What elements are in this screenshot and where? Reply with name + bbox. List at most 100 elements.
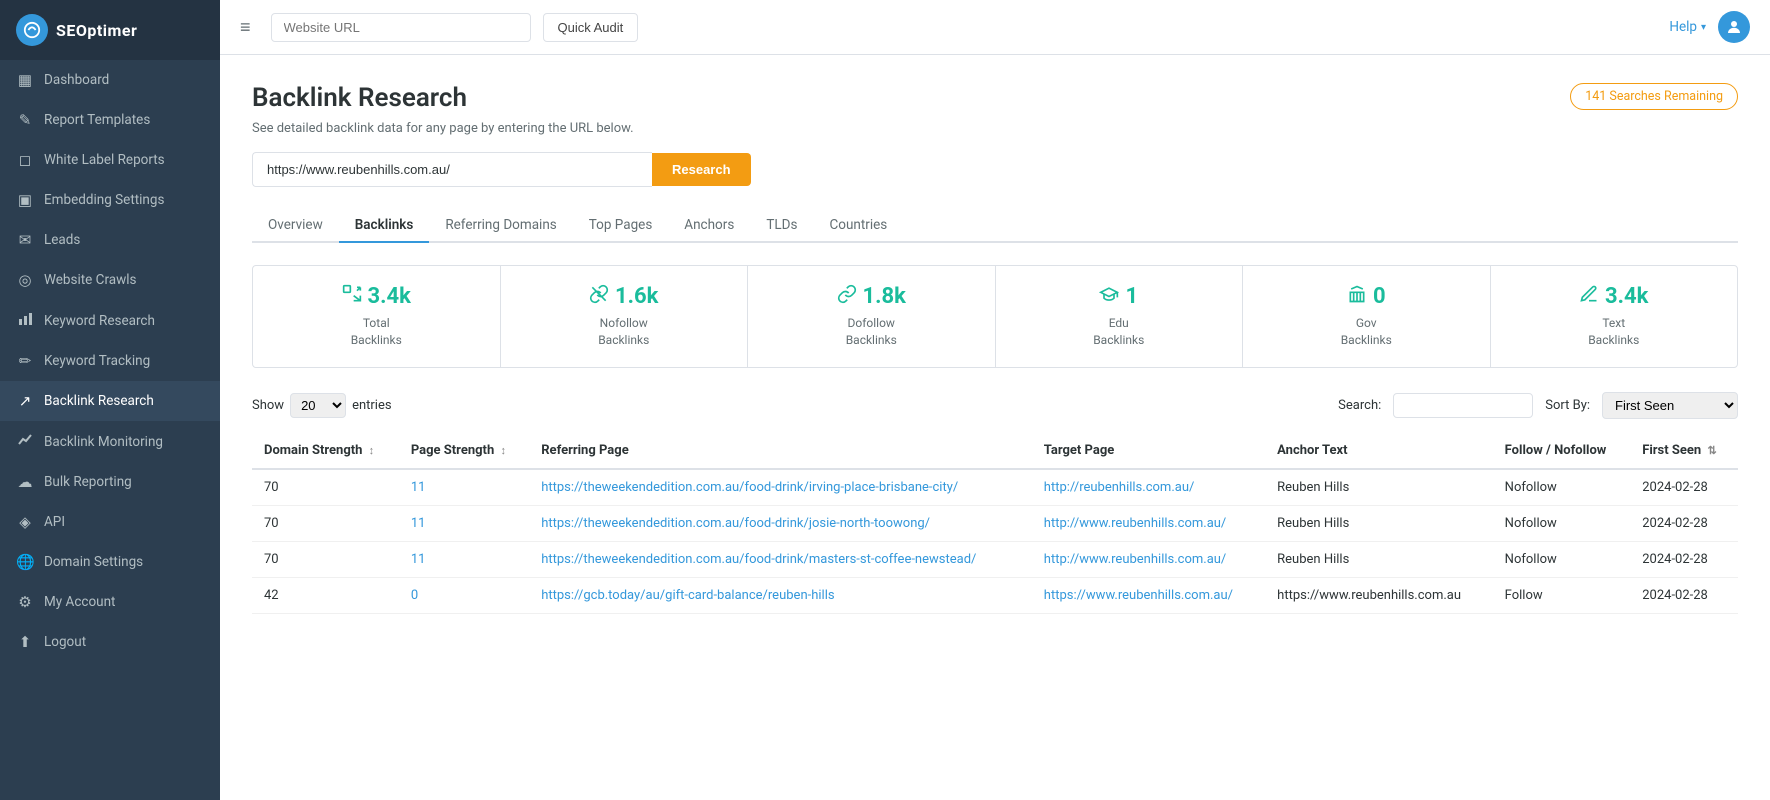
sidebar-item-backlink-monitoring[interactable]: Backlink Monitoring: [0, 421, 220, 462]
target-page-cell: http://reubenhills.com.au/: [1032, 469, 1265, 506]
stat-label: DofollowBacklinks: [846, 315, 897, 349]
domain-strength-cell: 70: [252, 505, 399, 541]
dashboard-icon: ▦: [16, 71, 34, 89]
sidebar-item-label: Website Crawls: [44, 272, 137, 288]
nofollow-icon: [589, 284, 609, 309]
backlink-url-input[interactable]: [252, 152, 652, 187]
search-sort-area: Search: Sort By: First Seen Domain Stren…: [1338, 392, 1738, 419]
col-anchor-text: Anchor Text: [1265, 433, 1493, 469]
first-seen-cell: 2024-02-28: [1630, 469, 1738, 506]
content-area: Backlink Research 141 Searches Remaining…: [220, 55, 1770, 800]
hamburger-button[interactable]: ≡: [240, 17, 251, 38]
logout-icon: ⬆: [16, 633, 34, 651]
stat-gov-backlinks: 0 GovBacklinks: [1243, 266, 1491, 367]
stat-value: 1.6k: [589, 284, 658, 309]
show-entries: Show 20 50 100 entries: [252, 393, 392, 418]
research-button[interactable]: Research: [652, 153, 751, 186]
sidebar-item-label: Dashboard: [44, 72, 109, 88]
white-label-icon: ◻: [16, 151, 34, 169]
sidebar-item-dashboard[interactable]: ▦ Dashboard: [0, 60, 220, 100]
crawls-icon: ◎: [16, 271, 34, 289]
anchor-text-cell: Reuben Hills: [1265, 541, 1493, 577]
page-strength-cell: 11: [399, 469, 529, 506]
bulk-reporting-icon: ☁: [16, 473, 34, 491]
sidebar-item-keyword-research[interactable]: Keyword Research: [0, 300, 220, 341]
sidebar-item-label: API: [44, 514, 65, 530]
first-seen-cell: 2024-02-28: [1630, 541, 1738, 577]
sidebar-item-label: Keyword Tracking: [44, 353, 150, 369]
sidebar-item-backlink-research[interactable]: ↗ Backlink Research: [0, 381, 220, 421]
topbar: ≡ Quick Audit Help ▾: [220, 0, 1770, 55]
stat-value: 0: [1347, 284, 1386, 309]
search-label: Search:: [1338, 398, 1381, 413]
col-domain-strength: Domain Strength ↕: [252, 433, 399, 469]
domain-strength-cell: 70: [252, 469, 399, 506]
dofollow-icon: [837, 284, 857, 309]
sort-arrows-icon: ↕: [369, 444, 375, 457]
sort-by-label: Sort By:: [1545, 398, 1590, 413]
sidebar-item-logout[interactable]: ⬆ Logout: [0, 622, 220, 662]
embedding-icon: ▣: [16, 191, 34, 209]
tabs-container: Overview Backlinks Referring Domains Top…: [252, 209, 1738, 243]
target-page-link[interactable]: http://www.reubenhills.com.au/: [1044, 516, 1227, 531]
domain-strength-cell: 42: [252, 577, 399, 613]
col-target-page: Target Page: [1032, 433, 1265, 469]
sidebar-item-label: Leads: [44, 232, 80, 248]
target-page-link[interactable]: https://www.reubenhills.com.au/: [1044, 588, 1233, 603]
sidebar-item-website-crawls[interactable]: ◎ Website Crawls: [0, 260, 220, 300]
referring-page-cell: https://theweekendedition.com.au/food-dr…: [529, 541, 1032, 577]
searches-remaining-badge: 141 Searches Remaining: [1570, 83, 1738, 110]
sort-arrows-icon: ⇅: [1707, 444, 1716, 457]
referring-page-link[interactable]: https://theweekendedition.com.au/food-dr…: [541, 516, 930, 531]
tab-referring-domains[interactable]: Referring Domains: [429, 209, 572, 243]
quick-audit-button[interactable]: Quick Audit: [543, 13, 639, 42]
referring-page-link[interactable]: https://theweekendedition.com.au/food-dr…: [541, 552, 976, 567]
target-page-link[interactable]: http://reubenhills.com.au/: [1044, 480, 1195, 495]
referring-page-link[interactable]: https://gcb.today/au/gift-card-balance/r…: [541, 588, 834, 603]
tab-overview[interactable]: Overview: [252, 209, 339, 243]
sidebar-item-embedding-settings[interactable]: ▣ Embedding Settings: [0, 180, 220, 220]
total-backlinks-icon: [342, 284, 362, 309]
entries-select[interactable]: 20 50 100: [290, 393, 346, 418]
page-strength-cell: 11: [399, 541, 529, 577]
stat-dofollow-backlinks: 1.8k DofollowBacklinks: [748, 266, 996, 367]
user-avatar[interactable]: [1718, 11, 1750, 43]
stat-nofollow-backlinks: 1.6k NofollowBacklinks: [501, 266, 749, 367]
tab-tlds[interactable]: TLDs: [750, 209, 813, 243]
tab-countries[interactable]: Countries: [813, 209, 903, 243]
sidebar-item-domain-settings[interactable]: 🌐 Domain Settings: [0, 542, 220, 582]
api-icon: ◈: [16, 513, 34, 531]
sidebar-item-bulk-reporting[interactable]: ☁ Bulk Reporting: [0, 462, 220, 502]
help-link[interactable]: Help ▾: [1669, 19, 1706, 35]
tab-backlinks[interactable]: Backlinks: [339, 209, 430, 243]
anchor-text-cell: Reuben Hills: [1265, 469, 1493, 506]
sidebar-item-leads[interactable]: ✉ Leads: [0, 220, 220, 260]
sidebar-item-report-templates[interactable]: ✎ Report Templates: [0, 100, 220, 140]
anchor-text-cell: https://www.reubenhills.com.au: [1265, 577, 1493, 613]
sidebar-item-keyword-tracking[interactable]: ✏ Keyword Tracking: [0, 341, 220, 381]
first-seen-cell: 2024-02-28: [1630, 577, 1738, 613]
stat-label: TotalBacklinks: [351, 315, 402, 349]
target-page-cell: http://www.reubenhills.com.au/: [1032, 541, 1265, 577]
sidebar-item-my-account[interactable]: ⚙ My Account: [0, 582, 220, 622]
tab-top-pages[interactable]: Top Pages: [573, 209, 669, 243]
backlink-research-icon: ↗: [16, 392, 34, 410]
table-row: 70 11 https://theweekendedition.com.au/f…: [252, 505, 1738, 541]
table-search-input[interactable]: [1393, 393, 1533, 418]
sort-select[interactable]: First Seen Domain Strength Page Strength: [1602, 392, 1738, 419]
sidebar-item-label: Bulk Reporting: [44, 474, 132, 490]
referring-page-link[interactable]: https://theweekendedition.com.au/food-dr…: [541, 480, 958, 495]
sidebar-item-white-label-reports[interactable]: ◻ White Label Reports: [0, 140, 220, 180]
referring-page-cell: https://theweekendedition.com.au/food-dr…: [529, 469, 1032, 506]
sidebar-item-label: Keyword Research: [44, 313, 155, 329]
table-controls: Show 20 50 100 entries Search: Sort By: …: [252, 392, 1738, 419]
target-page-link[interactable]: http://www.reubenhills.com.au/: [1044, 552, 1227, 567]
main-area: ≡ Quick Audit Help ▾ Backlink Research 1…: [220, 0, 1770, 800]
topbar-url-input[interactable]: [271, 13, 531, 42]
page-subtitle: See detailed backlink data for any page …: [252, 121, 1738, 136]
tab-anchors[interactable]: Anchors: [668, 209, 750, 243]
sidebar-item-api[interactable]: ◈ API: [0, 502, 220, 542]
domain-settings-icon: 🌐: [16, 553, 34, 571]
stat-edu-backlinks: 1 EduBacklinks: [996, 266, 1244, 367]
logo-icon: [16, 14, 48, 46]
